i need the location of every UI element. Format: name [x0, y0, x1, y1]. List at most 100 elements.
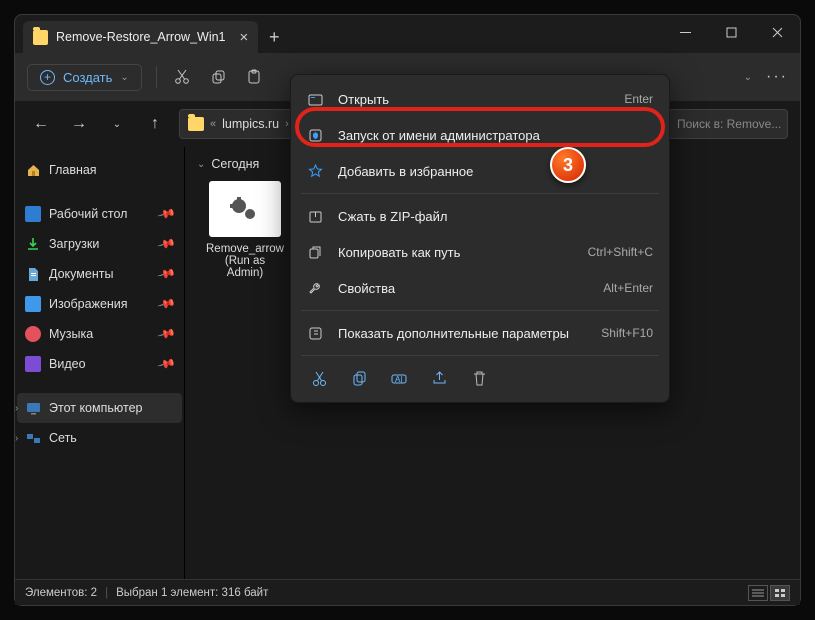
star-icon — [307, 163, 324, 180]
ctx-separator — [301, 310, 659, 311]
sidebar-label: Музыка — [49, 327, 93, 341]
ctx-label: Сжать в ZIP-файл — [338, 209, 448, 224]
chevron-right-icon: › — [285, 118, 289, 130]
sidebar-home[interactable]: Главная — [17, 155, 182, 185]
cut-icon[interactable] — [309, 368, 329, 388]
sidebar-label: Видео — [49, 357, 86, 371]
pin-icon: 📌 — [157, 204, 177, 224]
chevron-down-icon[interactable]: ⌄ — [744, 72, 752, 83]
sidebar-label: Рабочий стол — [49, 207, 127, 221]
ctx-favorite[interactable]: Добавить в избранное — [291, 153, 669, 189]
back-button[interactable]: ← — [27, 115, 55, 133]
ctx-copy-path[interactable]: Копировать как путь Ctrl+Shift+C — [291, 234, 669, 270]
ctx-separator — [301, 355, 659, 356]
ctx-properties[interactable]: Свойства Alt+Enter — [291, 270, 669, 306]
sidebar-label: Главная — [49, 163, 97, 177]
chevron-right-icon[interactable]: › — [15, 433, 18, 444]
ctx-zip[interactable]: Сжать в ZIP-файл — [291, 198, 669, 234]
view-list-button[interactable] — [748, 585, 768, 601]
tab-title: Remove-Restore_Arrow_Win1 — [56, 30, 226, 44]
minimize-button[interactable] — [662, 15, 708, 49]
ctx-runas-admin[interactable]: Запуск от имени администратора — [291, 117, 669, 153]
close-tab-icon[interactable]: × — [240, 29, 249, 46]
sidebar-label: Этот компьютер — [49, 401, 142, 415]
download-icon — [25, 236, 41, 252]
titlebar: Remove-Restore_Arrow_Win1 × + — [15, 15, 800, 53]
context-menu: Открыть Enter Запуск от имени администра… — [290, 74, 670, 403]
file-item[interactable]: Remove_arrow (Run as Admin) — [197, 181, 293, 279]
create-button[interactable]: + Создать ⌄ — [27, 64, 142, 91]
ctx-label: Запуск от имени администратора — [338, 128, 540, 143]
ctx-more-options[interactable]: Показать дополнительные параметры Shift+… — [291, 315, 669, 351]
window-controls — [662, 15, 800, 49]
rename-icon[interactable]: A| — [389, 368, 409, 388]
copy-icon[interactable] — [349, 368, 369, 388]
active-tab[interactable]: Remove-Restore_Arrow_Win1 × — [23, 21, 258, 53]
folder-icon — [188, 117, 204, 131]
folder-icon — [33, 30, 48, 45]
zip-icon — [307, 208, 324, 225]
ctx-label: Свойства — [338, 281, 395, 296]
sidebar-thispc[interactable]: › Этот компьютер — [17, 393, 182, 423]
file-name-line: (Run as — [197, 255, 293, 267]
cut-icon[interactable] — [171, 66, 193, 88]
search-placeholder: Поиск в: Remove... — [677, 117, 781, 131]
sidebar-video[interactable]: Видео 📌 — [17, 349, 182, 379]
maximize-button[interactable] — [708, 15, 754, 49]
music-icon — [25, 326, 41, 342]
statusbar: Элементов: 2 | Выбран 1 элемент: 316 бай… — [15, 579, 800, 605]
sidebar-network[interactable]: › Сеть — [17, 423, 182, 453]
sidebar-label: Изображения — [49, 297, 128, 311]
pin-icon: 📌 — [157, 294, 177, 314]
search-input[interactable]: Поиск в: Remove... — [668, 109, 788, 139]
close-button[interactable] — [754, 15, 800, 49]
copypath-icon — [307, 244, 324, 261]
ctx-label: Добавить в избранное — [338, 164, 473, 179]
ctx-open[interactable]: Открыть Enter — [291, 81, 669, 117]
ctx-shortcut: Enter — [624, 92, 653, 106]
pin-icon: 📌 — [157, 354, 177, 374]
forward-button[interactable]: → — [65, 115, 93, 133]
sidebar-music[interactable]: Музыка 📌 — [17, 319, 182, 349]
ctx-action-row: A| — [291, 360, 669, 396]
new-tab-button[interactable]: + — [258, 21, 290, 53]
breadcrumb-seg[interactable]: lumpics.ru — [222, 117, 279, 131]
sidebar-images[interactable]: Изображения 📌 — [17, 289, 182, 319]
sidebar-downloads[interactable]: Загрузки 📌 — [17, 229, 182, 259]
sidebar-label: Загрузки — [49, 237, 99, 251]
ctx-shortcut: Shift+F10 — [601, 326, 653, 340]
sidebar: Главная Рабочий стол 📌 Загрузки 📌 Докуме… — [15, 147, 185, 579]
delete-icon[interactable] — [469, 368, 489, 388]
ctx-label: Открыть — [338, 92, 389, 107]
file-thumbnail — [209, 181, 281, 237]
more-icon — [307, 325, 324, 342]
more-button[interactable]: ··· — [766, 68, 788, 86]
ctx-separator — [301, 193, 659, 194]
file-name-line: Remove_arrow — [197, 243, 293, 255]
view-grid-button[interactable] — [770, 585, 790, 601]
share-icon[interactable] — [429, 368, 449, 388]
computer-icon — [25, 400, 41, 416]
chevron-down-icon: ⌄ — [197, 159, 205, 170]
sidebar-desktop[interactable]: Рабочий стол 📌 — [17, 199, 182, 229]
ctx-shortcut: Alt+Enter — [603, 281, 653, 295]
sidebar-label: Документы — [49, 267, 113, 281]
paste-icon[interactable] — [243, 66, 265, 88]
up-button[interactable]: ↑ — [141, 115, 169, 133]
ctx-shortcut: Ctrl+Shift+C — [588, 245, 653, 259]
image-icon — [25, 296, 41, 312]
copy-icon[interactable] — [207, 66, 229, 88]
ctx-label: Копировать как путь — [338, 245, 460, 260]
video-icon — [25, 356, 41, 372]
home-icon — [25, 162, 41, 178]
chevron-right-icon[interactable]: › — [15, 403, 18, 414]
desktop-icon — [25, 206, 41, 222]
svg-text:A|: A| — [395, 375, 402, 384]
status-selection: Выбран 1 элемент: 316 байт — [116, 587, 268, 599]
sidebar-label: Сеть — [49, 431, 77, 445]
pin-icon: 📌 — [157, 324, 177, 344]
document-icon — [25, 266, 41, 282]
chevron-down-icon[interactable]: ⌄ — [103, 119, 131, 130]
file-name-line: Admin) — [197, 267, 293, 279]
sidebar-documents[interactable]: Документы 📌 — [17, 259, 182, 289]
